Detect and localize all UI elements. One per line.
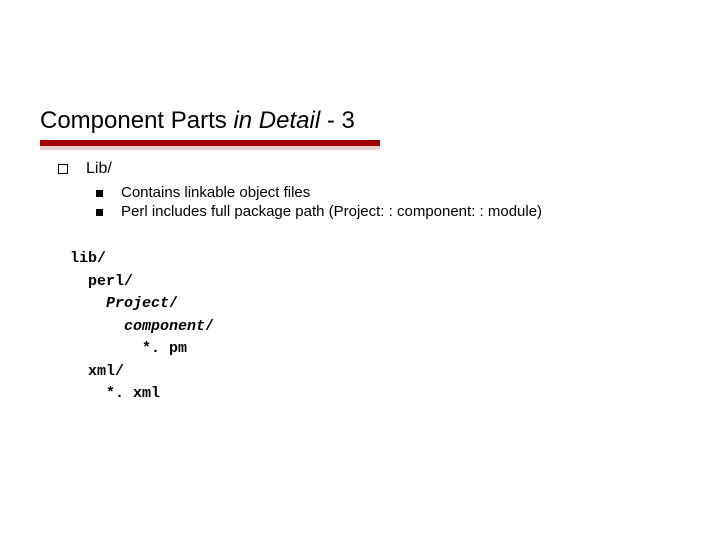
bullet-level2: Perl includes full package path (Project…	[40, 203, 690, 220]
slide-body: Lib/ Contains linkable object files Perl…	[40, 160, 690, 406]
bullet-level2: Contains linkable object files	[40, 184, 690, 201]
bullet-level1: Lib/	[40, 160, 690, 178]
code-line: Project/	[70, 293, 690, 316]
code-italic: component	[70, 318, 205, 335]
code-plain: /	[169, 295, 178, 312]
code-line: component/	[70, 316, 690, 339]
slide: Component Parts in Detail - 3 Lib/ Conta…	[0, 0, 720, 540]
title-part-2: - 3	[320, 107, 355, 134]
solid-square-bullet-icon	[96, 209, 103, 216]
code-line: lib/	[70, 248, 690, 271]
title-underline	[40, 140, 680, 150]
level2-text-0: Contains linkable object files	[121, 184, 310, 201]
solid-square-bullet-icon	[96, 190, 103, 197]
level2-text-1: Perl includes full package path (Project…	[121, 203, 542, 220]
underline-shadow-bar	[40, 146, 380, 150]
slide-title: Component Parts in Detail - 3	[40, 108, 680, 134]
code-line: perl/	[70, 271, 690, 294]
code-line: xml/	[70, 361, 690, 384]
code-line: *. pm	[70, 338, 690, 361]
code-block: lib/ perl/ Project/ component/ *. pm xml…	[70, 248, 690, 406]
open-square-bullet-icon	[58, 164, 68, 174]
level1-text: Lib/	[86, 160, 112, 178]
code-line: *. xml	[70, 383, 690, 406]
title-block: Component Parts in Detail - 3	[40, 108, 680, 150]
title-part-italic: in Detail	[233, 107, 320, 134]
title-part-1: Component Parts	[40, 107, 233, 134]
code-plain: /	[205, 318, 214, 335]
code-italic: Project	[70, 295, 169, 312]
